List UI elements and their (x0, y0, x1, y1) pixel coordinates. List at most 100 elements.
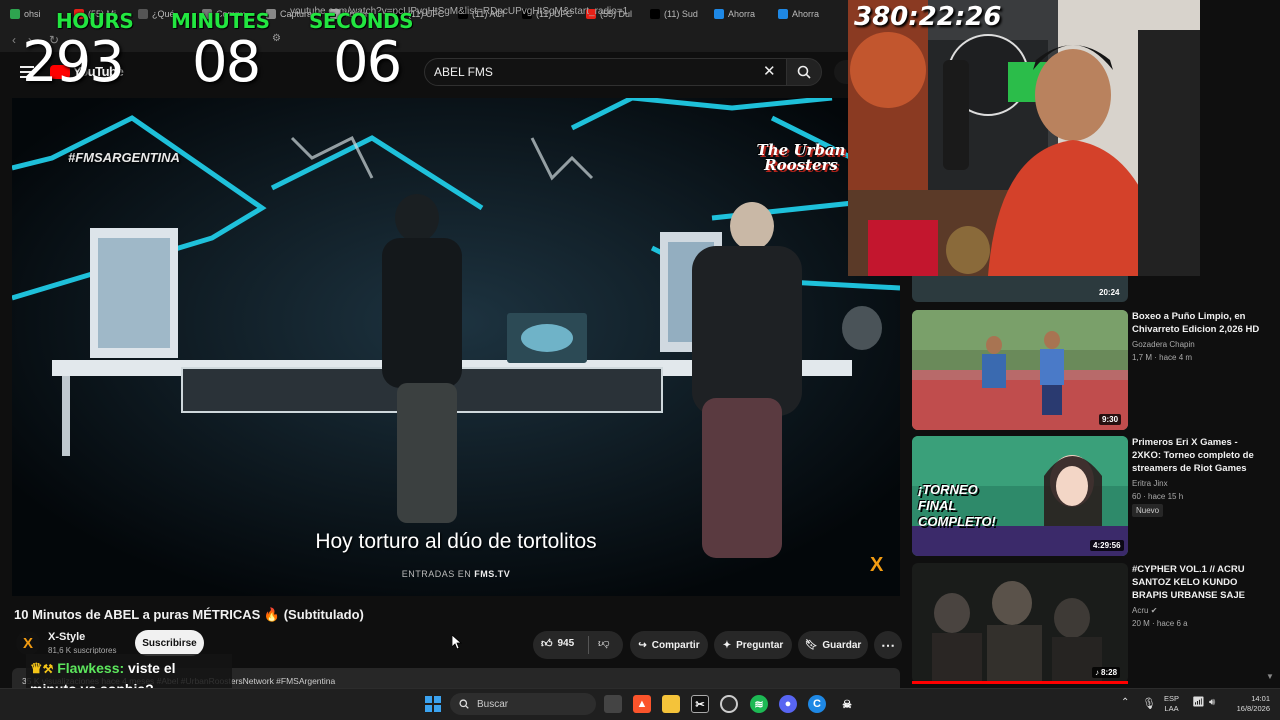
windows-start-icon[interactable] (425, 696, 441, 712)
site-info-icon[interactable]: ⚙ (272, 33, 281, 44)
recommendation-meta: 20 M · hace 6 a (1132, 619, 1188, 628)
urban-roosters-text: The Urban Roosters (756, 141, 846, 174)
tab-favicon-icon (778, 9, 788, 19)
clear-search-icon[interactable]: ✕ (763, 62, 776, 80)
brave-browser-icon[interactable]: ▲ (633, 695, 651, 713)
language-indicator[interactable]: ESP LAA (1164, 694, 1179, 714)
progress-bar (912, 681, 1128, 684)
bookmark-icon: 🔖︎ (804, 639, 818, 651)
video-duration: 20:24 (1099, 288, 1120, 297)
duration-value: 8:28 (1101, 668, 1118, 677)
verified-icon: ✔ (1150, 606, 1158, 615)
tray-overflow-icon[interactable]: ⌃ (1121, 697, 1129, 708)
skull-app-icon[interactable]: ☠ (838, 695, 856, 713)
search-query: ABEL FMS (434, 65, 493, 79)
mod-icon: ⚒ (42, 662, 54, 676)
promo-site: FMS.TV (474, 569, 511, 579)
video-title: 10 Minutos de ABEL a puras MÉTRICAS 🔥 (S… (14, 607, 364, 622)
dislike-button[interactable]: 👍︎ (598, 637, 610, 650)
tab-label: ohsi (24, 9, 41, 19)
mouse-cursor (452, 635, 462, 649)
channel-avatar[interactable]: X (16, 631, 40, 655)
stream-uptime: 380:22:26 (854, 2, 1002, 32)
clock[interactable]: 14:01 16/8/2026 (1226, 694, 1270, 714)
file-explorer-icon[interactable] (662, 695, 680, 713)
taskbar-search[interactable]: Buscar (450, 693, 596, 715)
tab-favicon-icon (138, 9, 148, 19)
urban-roosters-logo: The Urban Roosters (754, 126, 848, 190)
new-badge: Nuevo (1132, 504, 1164, 517)
video-duration: 4:29:56 (1090, 540, 1124, 551)
browser-tab[interactable]: Ahorra (708, 3, 770, 25)
recommendation-thumbnail[interactable] (912, 310, 1128, 430)
browser-tab[interactable]: Ahorra (772, 3, 834, 25)
video-duration: ♪ 8:28 (1092, 667, 1121, 678)
recommendation-meta: 60 · hace 15 h (1132, 492, 1184, 501)
tab-favicon-icon (650, 9, 660, 19)
recommendation-channel[interactable]: Acru ✔ (1132, 604, 1157, 617)
search-icon (459, 699, 469, 709)
volume-icon[interactable]: 🔊︎ (1209, 697, 1215, 708)
obs-icon[interactable] (720, 695, 738, 713)
video-player[interactable]: #FMSARGENTINA The Urban Roosters X (12, 98, 900, 596)
ccleaner-icon[interactable]: C (808, 695, 826, 713)
microphone-icon[interactable]: 🎙︎ (1142, 697, 1156, 710)
wifi-icon[interactable]: 📶︎ (1192, 697, 1205, 708)
sidebar-scrollbar[interactable]: ▼ (1266, 672, 1274, 681)
task-view-icon[interactable] (604, 695, 622, 713)
recommendation-title[interactable]: Primeros Eri X Games - 2XKO: Torneo comp… (1132, 436, 1268, 475)
more-icon: ⋯ (881, 636, 895, 653)
search-button[interactable] (786, 58, 822, 86)
clock-date: 16/8/2026 (1236, 704, 1270, 713)
save-label: Guardar (822, 639, 862, 651)
promo-prefix: ENTRADAS EN (401, 569, 475, 579)
video-duration: 9:30 (1099, 414, 1122, 425)
music-icon: ♪ (1095, 668, 1099, 677)
recommendation-thumbnail[interactable] (912, 563, 1128, 683)
like-count: 945 (557, 638, 575, 649)
browser-tab[interactable]: (11) Sud (644, 3, 706, 25)
thumbs-up-icon: 👍︎ (541, 638, 553, 650)
recommendation-title[interactable]: #CYPHER VOL.1 // ACRU SANTOZ KELO KUNDO … (1132, 563, 1268, 602)
search-icon (797, 65, 811, 79)
subscribe-button[interactable]: Suscribirse (135, 630, 204, 656)
video-subtitle: Hoy torturo al dúo de tortolitos (315, 530, 597, 553)
ask-button[interactable]: ✦ Preguntar (714, 631, 792, 659)
chat-username: Flawkess: (57, 660, 125, 676)
capcut-icon[interactable]: ✂ (691, 695, 709, 713)
language-code: ESP (1164, 694, 1180, 703)
like-button[interactable]: 👍︎ 945 (541, 637, 574, 650)
webcam-scene (848, 0, 1200, 276)
minutes-value: 08 (192, 30, 261, 95)
tab-label: Ahorra (792, 9, 820, 19)
thumbnail-headline: ¡TORNEO FINAL COMPLETO! (918, 482, 996, 529)
thumbnail-cypher (912, 563, 1128, 683)
spotify-icon[interactable]: ≋ (750, 695, 768, 713)
hashtag-overlay: #FMSARGENTINA (68, 150, 180, 165)
channel-label: Acru (1132, 606, 1149, 615)
recommendation-meta: 1,7 M · hace 4 m (1132, 353, 1193, 362)
tab-label: Ahorra (728, 9, 756, 19)
like-divider (588, 636, 589, 654)
more-actions-button[interactable]: ⋯ (874, 631, 902, 659)
recommendation-channel[interactable]: Gozadera Chapin (1132, 338, 1195, 351)
taskbar-search-placeholder: Buscar (477, 698, 509, 710)
channel-name[interactable]: X-Style (48, 631, 85, 643)
webcam-overlay (848, 0, 1200, 276)
chat-text-1: viste el (128, 660, 176, 676)
recommendation-title[interactable]: Boxeo a Puño Limpio, en Chivarreto Edici… (1132, 310, 1268, 336)
recommendation-channel[interactable]: Eritra Jinx (1132, 477, 1168, 490)
discord-icon[interactable]: ● (779, 695, 797, 713)
seconds-value: 06 (333, 30, 402, 95)
ask-label: Preguntar (736, 639, 784, 651)
hours-value: 293 (22, 30, 125, 95)
video-promo: ENTRADAS EN FMS.TV (0, 569, 912, 579)
thumbnail-boxing (912, 310, 1128, 430)
crown-icon: ♛ (30, 660, 43, 676)
tab-label: (11) Sud (664, 9, 698, 19)
share-button[interactable]: ↪ Compartir (630, 631, 708, 659)
recommendation-thumbnail[interactable]: ¡TORNEO FINAL COMPLETO! (912, 436, 1128, 556)
tab-favicon-icon (10, 9, 20, 19)
save-button[interactable]: 🔖︎ Guardar (798, 631, 868, 659)
back-icon[interactable]: ‹ (6, 33, 22, 47)
